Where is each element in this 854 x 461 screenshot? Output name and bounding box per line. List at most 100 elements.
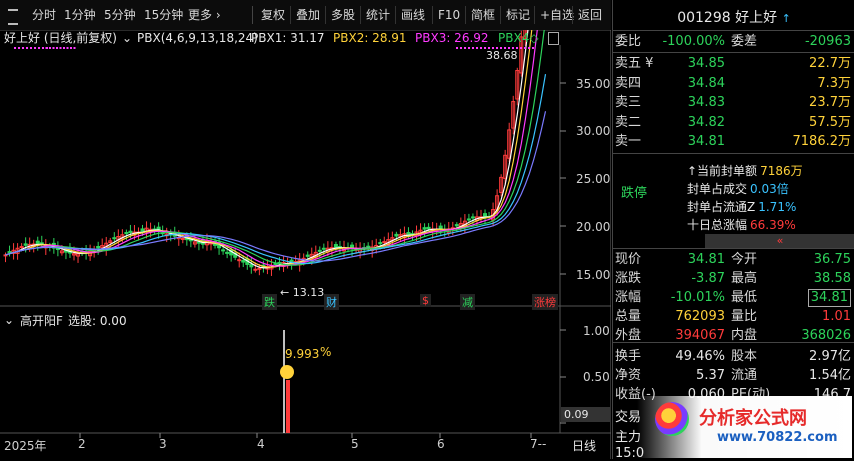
signal-dot <box>464 47 466 49</box>
period-selector[interactable]: 日线 <box>572 437 596 454</box>
collapse-legend-icon[interactable]: ⌄ <box>122 30 132 46</box>
quote-value: 36.75 <box>813 252 851 267</box>
flower-logo-icon <box>655 402 689 436</box>
candle-body <box>317 249 322 252</box>
event-tag[interactable]: $ <box>420 294 431 307</box>
signal-bar <box>286 380 290 433</box>
toolbar-button-0[interactable]: 复权 <box>257 5 289 25</box>
candle-body <box>333 244 338 248</box>
signal-pct-label: % <box>320 345 332 359</box>
menu-grip-icon[interactable] <box>8 9 18 25</box>
quote-value: 1.54亿 <box>809 368 851 383</box>
ask-volume: 7186.2万 <box>792 134 852 149</box>
sub-y-tick-label: 0.50 <box>583 370 610 384</box>
candle-body <box>96 245 101 249</box>
event-tag[interactable]: 跌 <box>262 294 277 310</box>
period-tab-3[interactable]: 15分钟 <box>140 5 187 25</box>
candle-body <box>128 230 133 233</box>
sub-collapse-icon[interactable]: ⌄ <box>4 313 14 327</box>
limit-status: 跌停 <box>621 186 648 201</box>
candle-body <box>382 241 387 244</box>
toolbar-button-1[interactable]: 叠加 <box>292 5 324 25</box>
period-tab-0[interactable]: 分时 <box>28 5 60 25</box>
signal-dot <box>472 47 474 49</box>
toolbar-divider <box>572 6 573 24</box>
quote-label: 涨幅 <box>615 290 642 305</box>
maximize-icon[interactable] <box>548 32 559 45</box>
ask-price: 34.81 <box>687 134 725 149</box>
signal-dot <box>468 47 470 49</box>
signal-dot <box>460 47 462 49</box>
candle-body <box>394 233 399 237</box>
limit-info-line: ↑当前封单额 7186万 <box>687 162 803 179</box>
quote-label: 净资 <box>615 368 642 383</box>
quote-label: 股本 <box>731 349 758 364</box>
candlestick-chart[interactable] <box>0 30 611 459</box>
toolbar-separator <box>252 6 253 24</box>
quote-value: 1.01 <box>822 309 851 324</box>
toolbar-button-7[interactable]: 标记 <box>502 5 534 25</box>
toolbar-button-5[interactable]: F10 <box>434 5 464 25</box>
ask-row[interactable]: 卖五 ¥ 34.85 22.7万 <box>613 54 854 74</box>
signal-dot <box>49 47 51 49</box>
signal-dot <box>14 47 16 49</box>
signal-dot <box>38 47 40 49</box>
pbx2-value: PBX2: 28.91 <box>333 31 407 45</box>
period-tab-4[interactable]: 更多 › <box>184 5 225 25</box>
limit-info-line: 封单占流通Z 1.71% <box>687 198 796 215</box>
toolbar-divider <box>395 6 396 24</box>
candle-body <box>454 224 459 227</box>
ask-price: 34.83 <box>687 95 725 110</box>
quote-row: 总量 762093 量比 1.01 <box>613 307 854 327</box>
stock-title: 001298 好上好 ↑ <box>613 8 854 28</box>
toolbar-divider <box>534 6 535 24</box>
x-tick-label: 2 <box>78 437 86 451</box>
quote-row: 净资 5.37 流通 1.54亿 <box>613 366 854 386</box>
ask-row[interactable]: 卖四 34.84 7.3万 <box>613 74 854 94</box>
quote-value: 5.37 <box>696 368 725 383</box>
sub-current-value: 0.09 <box>561 407 610 422</box>
event-tag[interactable]: 涨榜 <box>532 294 558 310</box>
ask-row[interactable]: 卖二 34.82 57.5万 <box>613 113 854 133</box>
limit-info-value: 0.03倍 <box>750 182 789 196</box>
quote-label: 涨跌 <box>615 271 642 286</box>
limit-info-label: 十日总涨幅 <box>687 218 748 232</box>
toolbar-button-2[interactable]: 多股 <box>327 5 359 25</box>
indicator-name[interactable]: PBX(4,6,9,13,18,24) <box>137 30 258 46</box>
ask-row[interactable]: 卖一 34.81 7186.2万 <box>613 132 854 152</box>
low-price-label: ← 13.13 <box>280 286 325 299</box>
chart-area[interactable] <box>0 30 611 459</box>
candle-body <box>378 242 383 245</box>
toolbar-button-9[interactable]: 返回 <box>574 5 606 25</box>
collapse-toggle[interactable]: « <box>705 234 854 248</box>
pbx1-value: PBX1: 31.17 <box>251 31 325 45</box>
candle-body <box>422 227 427 230</box>
limit-info-value: 1.71% <box>758 200 797 214</box>
x-tick-label: 7-- <box>530 437 547 451</box>
toolbar-button-3[interactable]: 统计 <box>362 5 394 25</box>
limit-info-value: 66.39% <box>750 218 796 232</box>
candle-body <box>253 268 258 271</box>
toolbar-button-4[interactable]: 画线 <box>397 5 429 25</box>
x-tick-label: 3 <box>159 437 167 451</box>
signal-dot <box>45 47 48 49</box>
limit-info-value: 7186万 <box>760 164 803 178</box>
signal-dot <box>66 47 69 49</box>
toolbar-button-6[interactable]: 简框 <box>467 5 499 25</box>
candle-body <box>225 251 230 254</box>
period-tab-1[interactable]: 1分钟 <box>60 5 100 25</box>
event-tag[interactable]: 财 <box>324 294 339 310</box>
quote-label: 内盘 <box>731 328 758 343</box>
high-price-label: 38.68 <box>486 49 518 62</box>
toolbar-divider <box>465 6 466 24</box>
ask-price: 34.82 <box>687 114 725 130</box>
signal-dot <box>70 47 72 49</box>
sub-indicator-name[interactable]: 高开阳F <box>20 312 63 329</box>
y-tick-label: 30.00 <box>576 124 611 138</box>
toolbar-divider <box>290 6 291 24</box>
event-tag[interactable]: 减 <box>460 294 475 310</box>
signal-dot <box>456 47 458 49</box>
period-tab-2[interactable]: 5分钟 <box>100 5 140 25</box>
candle-body <box>241 259 246 263</box>
ask-row[interactable]: 卖三 34.83 23.7万 <box>613 93 854 113</box>
